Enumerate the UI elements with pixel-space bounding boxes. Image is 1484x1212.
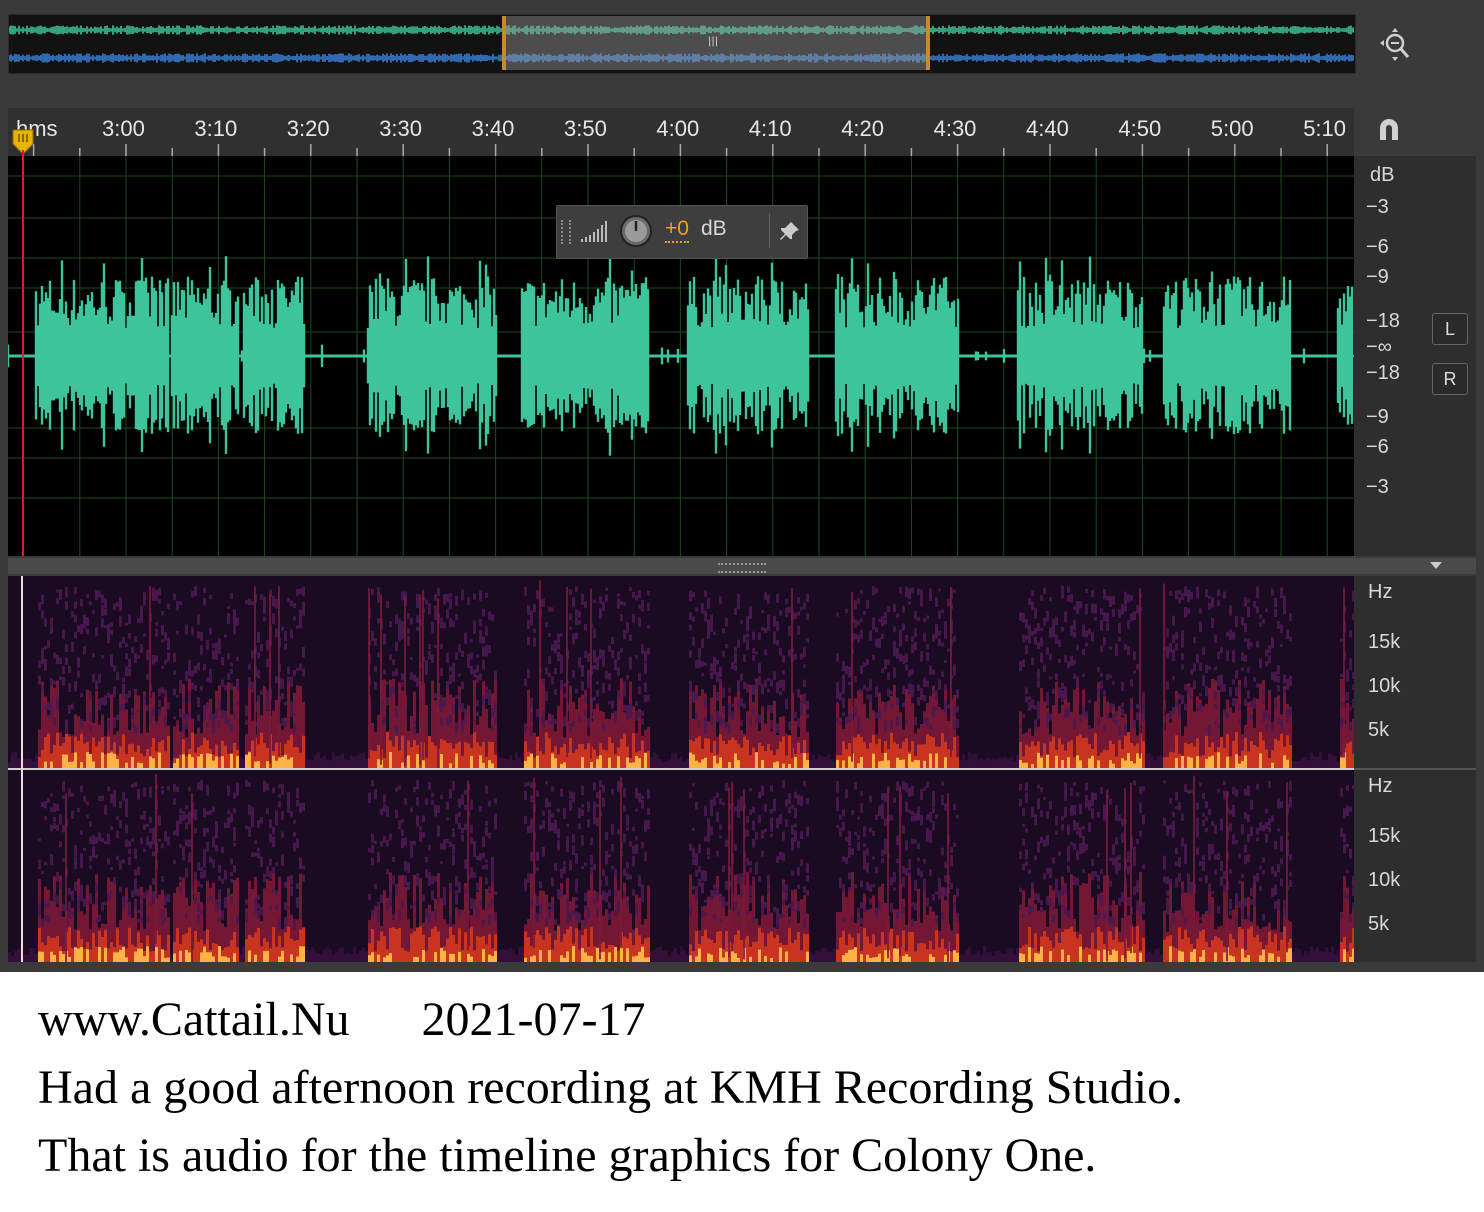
pin-icon[interactable] bbox=[779, 220, 801, 246]
volume-knob[interactable] bbox=[619, 214, 653, 248]
splitter-grip[interactable] bbox=[718, 563, 766, 573]
playhead-line bbox=[22, 150, 24, 556]
playhead-line-spectral bbox=[21, 576, 23, 962]
view-splitter[interactable] bbox=[8, 558, 1476, 574]
amplitude-scale: dB −3 −6 −9 −18 −∞ −18 −9 −6 −3 bbox=[1354, 156, 1476, 556]
caption-line-2: Had a good afternoon recording at KMH Re… bbox=[38, 1061, 1184, 1114]
hz-unit-label: Hz bbox=[1368, 775, 1393, 797]
db-unit-label: dB bbox=[1370, 164, 1395, 186]
timeline-ruler[interactable]: hms 3:00 3:10 3:20 3:30 3:40 3:50 4:00 4:10 4:20… bbox=[8, 108, 1354, 156]
zoom-icon[interactable] bbox=[1378, 28, 1414, 64]
caption-site: www.Cattail.Nu bbox=[38, 993, 350, 1046]
db-tick-label: −9 bbox=[1366, 406, 1389, 428]
hz-tick-label: 15k bbox=[1368, 825, 1401, 847]
db-tick-label: −6 bbox=[1366, 236, 1389, 258]
db-tick-label: −3 bbox=[1366, 476, 1389, 498]
caption: www.Cattail.Nu 2021-07-17 Had a good afte… bbox=[38, 986, 1458, 1190]
hz-tick-label: 15k bbox=[1368, 631, 1401, 653]
hud-divider bbox=[769, 214, 770, 248]
audio-editor: ||| hms 3:00 3:10 3:20 3:30 3:40 3:50 4:00 4:10… bbox=[0, 0, 1484, 972]
frequency-scale-right: Hz 15k 10k 5k bbox=[1354, 770, 1476, 962]
scale-separator bbox=[1354, 768, 1476, 770]
db-tick-label: −18 bbox=[1366, 362, 1400, 384]
overview-grip-handle[interactable]: ||| bbox=[708, 36, 722, 48]
db-tick-label: −18 bbox=[1366, 310, 1400, 332]
gain-unit: dB bbox=[701, 217, 727, 240]
spectral-display-left[interactable] bbox=[8, 576, 1354, 768]
caption-line-3: That is audio for the timeline graphics … bbox=[38, 1129, 1097, 1182]
magnet-icon[interactable] bbox=[1374, 114, 1404, 144]
db-tick-label: −∞ bbox=[1366, 336, 1392, 358]
caption-line-1: www.Cattail.Nu 2021-07-17 bbox=[38, 986, 1458, 1054]
hz-tick-label: 10k bbox=[1368, 675, 1401, 697]
db-tick-label: −9 bbox=[1366, 266, 1389, 288]
channel-left-button[interactable]: L bbox=[1432, 313, 1468, 345]
chevron-down-icon[interactable] bbox=[1430, 562, 1442, 569]
hz-tick-label: 5k bbox=[1368, 719, 1390, 741]
hz-unit-label: Hz bbox=[1368, 581, 1393, 603]
hz-tick-label: 10k bbox=[1368, 869, 1401, 891]
db-tick-label: −6 bbox=[1366, 436, 1389, 458]
hud-drag-grip[interactable] bbox=[561, 220, 571, 244]
volume-hud: +0 dB bbox=[556, 205, 808, 259]
channel-right-button[interactable]: R bbox=[1432, 363, 1468, 395]
db-tick-label: −3 bbox=[1366, 196, 1389, 218]
gain-value[interactable]: +0 bbox=[665, 217, 689, 243]
frequency-scale-left: Hz 15k 10k 5k bbox=[1354, 576, 1476, 768]
spectral-display-right[interactable] bbox=[8, 770, 1354, 962]
caption-date: 2021-07-17 bbox=[421, 993, 646, 1046]
hz-tick-label: 5k bbox=[1368, 913, 1390, 935]
level-meter-icon bbox=[579, 220, 609, 248]
